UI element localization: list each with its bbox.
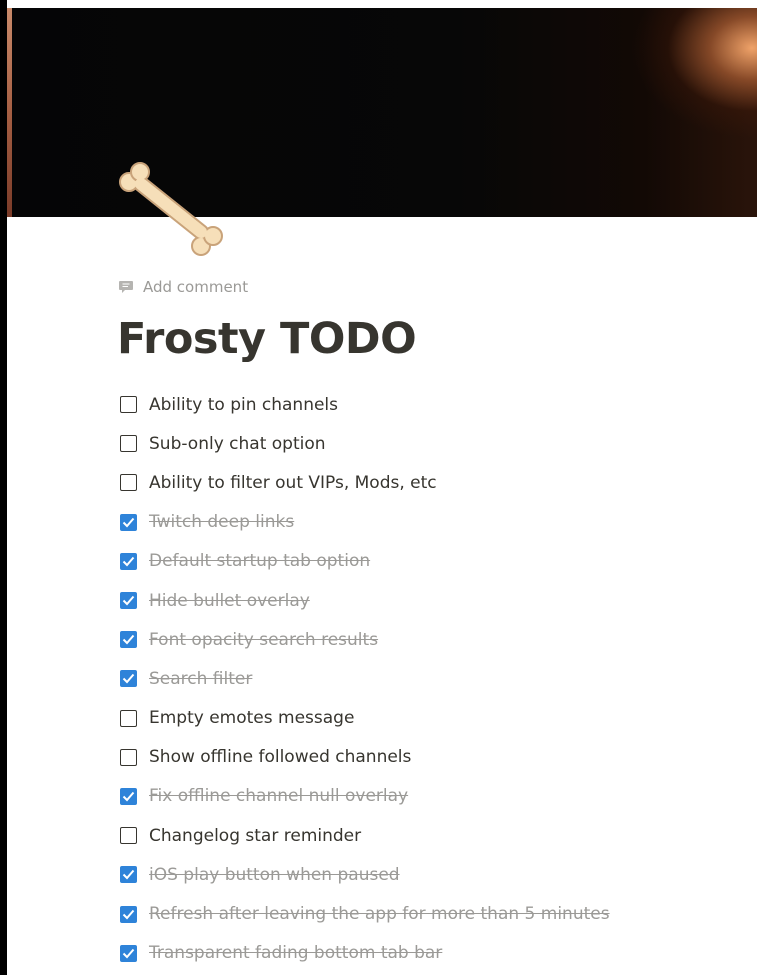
todo-label[interactable]: Fix offline channel null overlay <box>149 786 408 806</box>
checkbox-unchecked[interactable] <box>120 827 137 845</box>
todo-item: Twitch deep links <box>120 503 740 542</box>
todo-item: Sub-only chat option <box>120 424 740 463</box>
todo-item: Ability to filter out VIPs, Mods, etc <box>120 463 740 502</box>
todo-label[interactable]: Ability to filter out VIPs, Mods, etc <box>149 473 437 493</box>
cover-edge <box>7 8 12 217</box>
checkmark-icon <box>122 791 135 802</box>
checkbox-checked[interactable] <box>120 866 137 884</box>
todo-label[interactable]: Transparent fading bottom tab bar <box>149 943 442 963</box>
checkbox-checked[interactable] <box>120 944 137 962</box>
todo-label[interactable]: Ability to pin channels <box>149 395 338 415</box>
todo-item: Font opacity search results <box>120 620 740 659</box>
todo-label[interactable]: Changelog star reminder <box>149 826 361 846</box>
checkbox-unchecked[interactable] <box>120 474 137 492</box>
add-comment-button[interactable]: Add comment <box>118 278 248 296</box>
checkmark-icon <box>122 674 135 684</box>
page-title[interactable]: Frosty TODO <box>117 314 417 364</box>
checkmark-icon <box>122 517 135 528</box>
checkbox-checked[interactable] <box>120 513 137 531</box>
todo-item: Show offline followed channels <box>120 738 740 777</box>
todo-label[interactable]: Font opacity search results <box>149 630 378 650</box>
todo-item: Search filter <box>120 659 740 698</box>
todo-item: iOS play button when paused <box>120 855 740 894</box>
todo-label[interactable]: Sub-only chat option <box>149 434 326 454</box>
todo-label[interactable]: Hide bullet overlay <box>149 591 310 611</box>
checkbox-unchecked[interactable] <box>120 435 137 453</box>
checkbox-checked[interactable] <box>120 787 137 805</box>
todo-label[interactable]: Search filter <box>149 669 252 689</box>
comment-icon <box>118 279 134 295</box>
checkmark-icon <box>122 909 135 919</box>
todo-item: Changelog star reminder <box>120 816 740 855</box>
todo-label[interactable]: Empty emotes message <box>149 708 354 728</box>
todo-item: Fix offline channel null overlay <box>120 777 740 816</box>
checkmark-icon <box>122 870 135 880</box>
todo-item: Transparent fading bottom tab bar <box>120 934 740 973</box>
checkmark-icon <box>122 595 135 606</box>
checkbox-unchecked[interactable] <box>120 709 137 727</box>
checkbox-unchecked[interactable] <box>120 748 137 766</box>
todo-item: Ability to pin channels <box>120 385 740 424</box>
bone-icon[interactable] <box>115 160 227 260</box>
todo-label[interactable]: Default startup tab option <box>149 551 370 571</box>
todo-label[interactable]: Show offline followed channels <box>149 747 411 767</box>
add-comment-label: Add comment <box>143 278 249 296</box>
todo-item: Empty emotes message <box>120 699 740 738</box>
todo-item: Hide bullet overlay <box>120 581 740 620</box>
todo-label[interactable]: iOS play button when paused <box>149 865 400 885</box>
checkmark-icon <box>122 948 135 959</box>
checkbox-checked[interactable] <box>120 631 137 649</box>
checkbox-unchecked[interactable] <box>120 396 137 414</box>
checkbox-checked[interactable] <box>120 552 137 570</box>
todo-item: Default startup tab option <box>120 542 740 581</box>
checkbox-checked[interactable] <box>120 670 137 688</box>
checkbox-checked[interactable] <box>120 592 137 610</box>
checkmark-icon <box>122 556 135 567</box>
todo-label[interactable]: Twitch deep links <box>149 512 294 532</box>
checkmark-icon <box>122 635 135 645</box>
todo-list: Ability to pin channels Sub-only chat opt… <box>120 385 740 973</box>
todo-label[interactable]: Refresh after leaving the app for more t… <box>149 904 610 924</box>
todo-item: Refresh after leaving the app for more t… <box>120 894 740 933</box>
checkbox-checked[interactable] <box>120 905 137 923</box>
notion-page: Add comment Frosty TODO Ability to pin c… <box>7 0 757 975</box>
